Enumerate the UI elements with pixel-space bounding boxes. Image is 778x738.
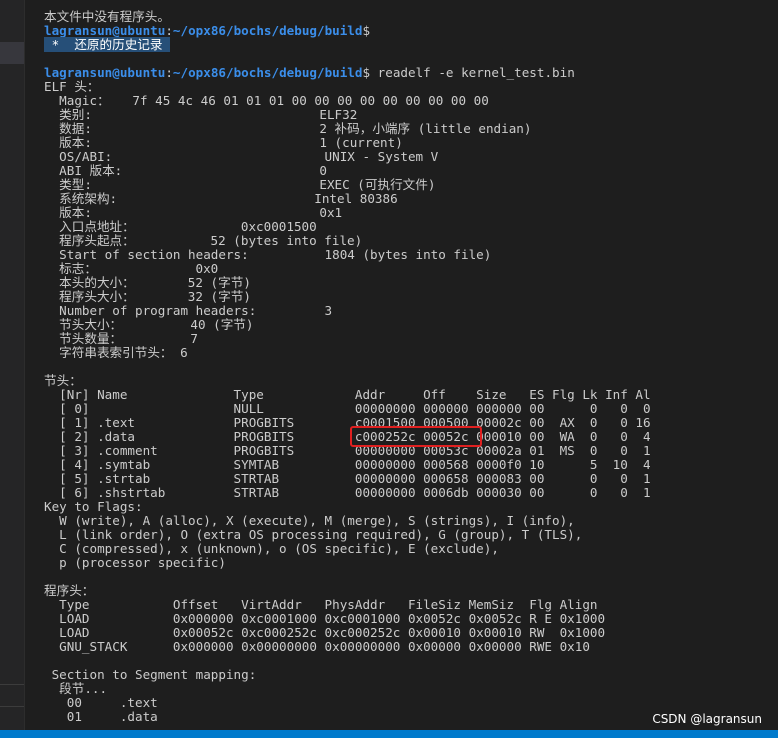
- annotation-highlight-box: [350, 426, 482, 447]
- elf-header-line: 节头数量： 7: [44, 331, 198, 346]
- side-panel-divider: [0, 684, 24, 685]
- side-panel-active-item[interactable]: [0, 42, 24, 64]
- key-to-flags-line: C (compressed), x (unknown), o (OS speci…: [44, 541, 499, 556]
- elf-header-line: 程序头起点： 52 (bytes into file): [44, 233, 363, 248]
- watermark: CSDN @lagransun: [652, 712, 762, 726]
- status-bar: [0, 730, 778, 738]
- section-row: [ 0] NULL 00000000 000000 000000 00 0 0 …: [44, 401, 651, 416]
- elf-header-line: 节头大小： 40 (字节): [44, 317, 254, 332]
- terminal-output[interactable]: 本文件中没有程序头。 lagransun@ubuntu:~/opx86/boch…: [44, 10, 778, 724]
- command-text: readelf -e kernel_test.bin: [370, 65, 575, 80]
- elf-header-line: 程序头大小： 32 (字节): [44, 289, 251, 304]
- restored-history-line: * 还原的历史记录: [44, 37, 778, 52]
- key-to-flags-line: p (processor specific): [44, 555, 226, 570]
- prompt-dollar: $: [362, 23, 371, 38]
- section-table-header: [Nr] Name Type Addr Off Size ES Flg Lk I…: [44, 387, 651, 402]
- elf-header-line: 系统架构: Intel 80386: [44, 191, 398, 206]
- elf-header-line: Number of program headers: 3: [44, 303, 333, 318]
- prompt-user: lagransun@ubuntu: [44, 23, 166, 38]
- elf-header-line: ELF 头：: [44, 79, 100, 94]
- elf-header-line: OS/ABI: UNIX - System V: [44, 149, 439, 164]
- elf-header-line: 数据: 2 补码，小端序 (little endian): [44, 121, 532, 136]
- history-star: *: [44, 37, 67, 52]
- elf-header-line: 本头的大小： 52 (字节): [44, 275, 251, 290]
- restored-history-label: 还原的历史记录: [66, 37, 171, 52]
- key-to-flags-line: Key to Flags:: [44, 499, 143, 514]
- elf-header-line: 类型: EXEC (可执行文件): [44, 177, 436, 192]
- key-to-flags-line: L (link order), O (extra OS processing r…: [44, 527, 583, 542]
- prompt-line: lagransun@ubuntu:~/opx86/bochs/debug/bui…: [44, 24, 778, 38]
- program-headers-title: 程序头：: [44, 583, 95, 598]
- prompt-separator: :: [165, 65, 173, 80]
- prompt-separator: :: [165, 23, 173, 38]
- prompt-dollar: $: [362, 65, 371, 80]
- elf-header-line: 标志： 0x0: [44, 261, 219, 276]
- elf-header-line: 版本: 0x1: [44, 205, 343, 220]
- prior-output-line: 本文件中没有程序头。: [44, 9, 170, 24]
- section-row: [ 6] .shstrtab STRTAB 00000000 0006db 00…: [44, 485, 651, 500]
- prompt-path: ~/opx86/bochs/debug/build: [172, 23, 363, 38]
- segment-mapping-line: 段节...: [44, 681, 108, 696]
- program-row: LOAD 0x000000 0xc0001000 0xc0001000 0x00…: [44, 611, 606, 626]
- elf-header-line: 字符串表索引节头： 6: [44, 345, 188, 360]
- elf-header-line: ABI 版本: 0: [44, 163, 327, 178]
- program-row: LOAD 0x00052c 0xc000252c 0xc000252c 0x00…: [44, 625, 606, 640]
- segment-mapping-line: 00 .text: [44, 695, 158, 710]
- prompt-user: lagransun@ubuntu: [44, 65, 166, 80]
- elf-header-line: Magic： 7f 45 4c 46 01 01 01 00 00 00 00 …: [44, 93, 489, 108]
- prompt-path: ~/opx86/bochs/debug/build: [172, 65, 363, 80]
- program-row: GNU_STACK 0x000000 0x00000000 0x00000000…: [44, 639, 590, 654]
- elf-header-line: 版本: 1 (current): [44, 135, 403, 150]
- key-to-flags-line: W (write), A (alloc), X (execute), M (me…: [44, 513, 575, 528]
- section-row: [ 5] .strtab STRTAB 00000000 000658 0000…: [44, 471, 651, 486]
- section-headers-title: 节头：: [44, 373, 82, 388]
- segment-mapping-line: Section to Segment mapping:: [44, 667, 257, 682]
- side-panel-divider: [0, 706, 24, 707]
- side-panel: [0, 0, 25, 738]
- elf-header-line: 类别: ELF32: [44, 107, 358, 122]
- program-table-header: Type Offset VirtAddr PhysAddr FileSiz Me…: [44, 597, 598, 612]
- elf-header-line: 入口点地址： 0xc0001500: [44, 219, 317, 234]
- section-row: [ 4] .symtab SYMTAB 00000000 000568 0000…: [44, 457, 651, 472]
- elf-header-line: Start of section headers: 1804 (bytes in…: [44, 247, 492, 262]
- prompt-line: lagransun@ubuntu:~/opx86/bochs/debug/bui…: [44, 66, 778, 80]
